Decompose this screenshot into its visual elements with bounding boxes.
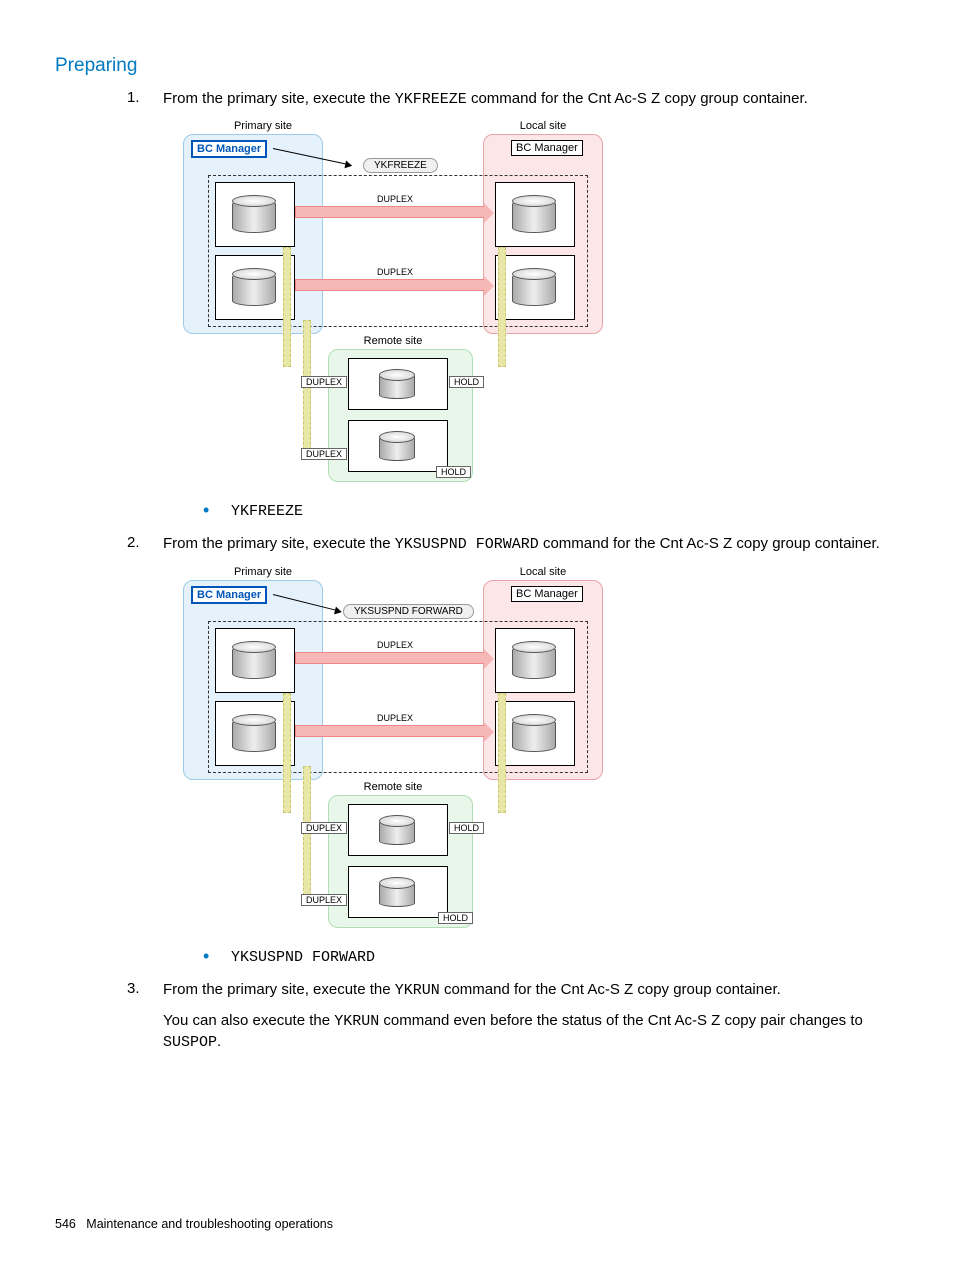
primary-storage-1 bbox=[215, 628, 295, 693]
duplex-bar-1 bbox=[295, 206, 485, 218]
remote-storage-1 bbox=[348, 358, 448, 410]
bc-manager-primary: BC Manager bbox=[191, 140, 267, 158]
duplex-bar-2 bbox=[295, 725, 485, 737]
primary-storage-1 bbox=[215, 182, 295, 247]
disk-icon bbox=[512, 641, 556, 679]
disk-icon bbox=[232, 268, 276, 306]
remote-hold-1: HOLD bbox=[449, 376, 484, 388]
step-2-bullets: YKSUSPND FORWARD bbox=[163, 948, 899, 966]
sync-path bbox=[303, 766, 311, 906]
remote-hold-2: HOLD bbox=[438, 912, 473, 924]
step-3-note: You can also execute the YKRUN command e… bbox=[163, 1011, 899, 1054]
remote-hold-1: HOLD bbox=[449, 822, 484, 834]
sync-path bbox=[498, 693, 506, 813]
disk-icon bbox=[512, 268, 556, 306]
sync-path bbox=[283, 247, 291, 367]
disk-icon bbox=[379, 815, 415, 845]
step-3: From the primary site, execute the YKRUN… bbox=[115, 980, 899, 1054]
step-1-text: From the primary site, execute the YKFRE… bbox=[163, 89, 899, 110]
remote-duplex-2: DUPLEX bbox=[301, 448, 347, 460]
step-2: From the primary site, execute the YKSUS… bbox=[115, 534, 899, 965]
bc-manager-primary: BC Manager bbox=[191, 586, 267, 604]
duplex-label-1: DUPLEX bbox=[373, 640, 417, 650]
remote-duplex-1: DUPLEX bbox=[301, 376, 347, 388]
figure-1: Primary site Local site BC Manager BC Ma… bbox=[173, 120, 603, 490]
remote-storage-1 bbox=[348, 804, 448, 856]
primary-site-label: Primary site bbox=[223, 120, 303, 132]
step-1: From the primary site, execute the YKFRE… bbox=[115, 89, 899, 520]
sync-path bbox=[303, 320, 311, 460]
local-storage-1 bbox=[495, 628, 575, 693]
sync-path bbox=[283, 693, 291, 813]
step-3-text: From the primary site, execute the YKRUN… bbox=[163, 980, 899, 1001]
bc-manager-local: BC Manager bbox=[511, 140, 583, 156]
disk-icon bbox=[232, 714, 276, 752]
remote-duplex-1: DUPLEX bbox=[301, 822, 347, 834]
remote-storage-2 bbox=[348, 420, 448, 472]
local-storage-2 bbox=[495, 701, 575, 766]
disk-icon bbox=[512, 195, 556, 233]
bc-manager-local: BC Manager bbox=[511, 586, 583, 602]
bullet-yksuspnd: YKSUSPND FORWARD bbox=[203, 948, 899, 966]
duplex-bar-2 bbox=[295, 279, 485, 291]
page-number: 546 bbox=[55, 1217, 76, 1231]
local-site-label: Local site bbox=[503, 566, 583, 578]
disk-icon bbox=[379, 431, 415, 461]
disk-icon bbox=[512, 714, 556, 752]
disk-icon bbox=[232, 641, 276, 679]
section-heading: Preparing bbox=[55, 55, 899, 77]
remote-storage-2 bbox=[348, 866, 448, 918]
chapter-title: Maintenance and troubleshooting operatio… bbox=[86, 1217, 333, 1231]
duplex-label-1: DUPLEX bbox=[373, 194, 417, 204]
local-storage-1 bbox=[495, 182, 575, 247]
remote-site-label: Remote site bbox=[348, 781, 438, 793]
disk-icon bbox=[379, 877, 415, 907]
content-area: From the primary site, execute the YKFRE… bbox=[55, 89, 899, 1053]
bullet-ykfreeze: YKFREEZE bbox=[203, 502, 899, 520]
primary-site-label: Primary site bbox=[223, 566, 303, 578]
step-2-text: From the primary site, execute the YKSUS… bbox=[163, 534, 899, 555]
duplex-label-2: DUPLEX bbox=[373, 267, 417, 277]
disk-icon bbox=[232, 195, 276, 233]
duplex-label-2: DUPLEX bbox=[373, 713, 417, 723]
ykfreeze-pill: YKFREEZE bbox=[363, 158, 438, 173]
sync-path bbox=[498, 247, 506, 367]
local-storage-2 bbox=[495, 255, 575, 320]
remote-duplex-2: DUPLEX bbox=[301, 894, 347, 906]
yksuspnd-pill: YKSUSPND FORWARD bbox=[343, 604, 474, 619]
local-site-label: Local site bbox=[503, 120, 583, 132]
page-footer: 546 Maintenance and troubleshooting oper… bbox=[55, 1217, 333, 1231]
figure-2: Primary site Local site BC Manager BC Ma… bbox=[173, 566, 603, 936]
remote-hold-2: HOLD bbox=[436, 466, 471, 478]
step-1-bullets: YKFREEZE bbox=[163, 502, 899, 520]
disk-icon bbox=[379, 369, 415, 399]
remote-site-label: Remote site bbox=[348, 335, 438, 347]
duplex-bar-1 bbox=[295, 652, 485, 664]
